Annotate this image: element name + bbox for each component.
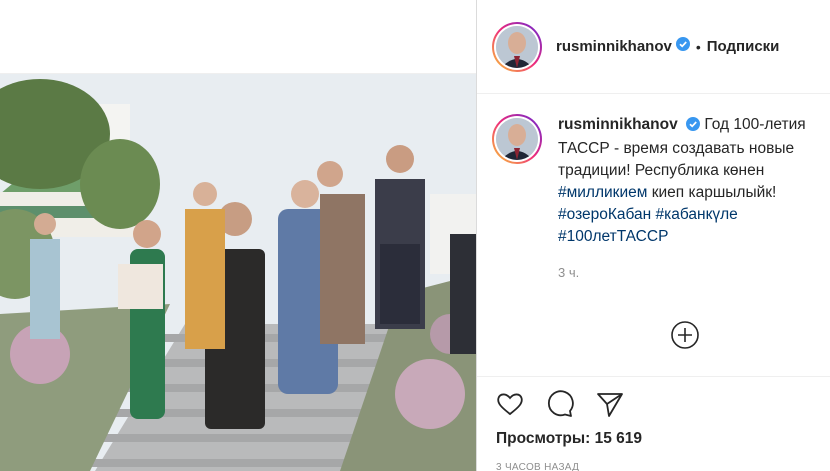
post-age[interactable]: 3 ЧАСОВ НАЗАД: [496, 462, 579, 471]
following-button[interactable]: Подписки: [707, 38, 780, 55]
caption-text-continued: киеп каршылыйк!: [651, 184, 777, 201]
separator-dot: •: [695, 38, 701, 55]
hashtag-link[interactable]: #кабанкүле: [656, 206, 738, 223]
views-label: Просмотры:: [496, 430, 591, 447]
post-video[interactable]: [0, 74, 477, 471]
caption-comment: rusminnikhanov Год 100-летия ТАССР - вре…: [492, 114, 822, 284]
author-username[interactable]: rusminnikhanov: [556, 38, 672, 55]
hashtag-link[interactable]: #озероКабан: [558, 206, 651, 223]
caption-body: rusminnikhanov Год 100-летия ТАССР - вре…: [558, 114, 822, 284]
top-bar: [0, 0, 477, 74]
verified-badge-icon: [675, 37, 690, 56]
caption-username[interactable]: rusminnikhanov: [558, 116, 678, 133]
paper-plane-icon[interactable]: [595, 389, 625, 419]
author-avatar[interactable]: [492, 21, 542, 72]
hashtag-link[interactable]: #100летТАССР: [558, 228, 668, 245]
post-header: rusminnikhanov • Подписки: [477, 0, 830, 94]
comment-icon[interactable]: [545, 389, 575, 419]
caption-timestamp[interactable]: 3 ч.: [558, 262, 822, 284]
instagram-post-page: rusminnikhanov • Подписки rusminnikhanov…: [0, 0, 830, 471]
plus-circle-icon[interactable]: [670, 320, 700, 350]
views-count: Просмотры: 15 619: [496, 430, 642, 448]
hashtag-link[interactable]: #милликием: [558, 184, 647, 201]
views-value: 15 619: [594, 430, 643, 447]
verified-badge-icon: [686, 116, 701, 138]
post-sidebar: rusminnikhanov • Подписки rusminnikhanov…: [477, 0, 830, 471]
actions-divider: [477, 376, 830, 377]
caption-avatar[interactable]: [492, 114, 542, 164]
heart-icon[interactable]: [495, 389, 525, 419]
video-frame-illustration: [0, 74, 477, 471]
